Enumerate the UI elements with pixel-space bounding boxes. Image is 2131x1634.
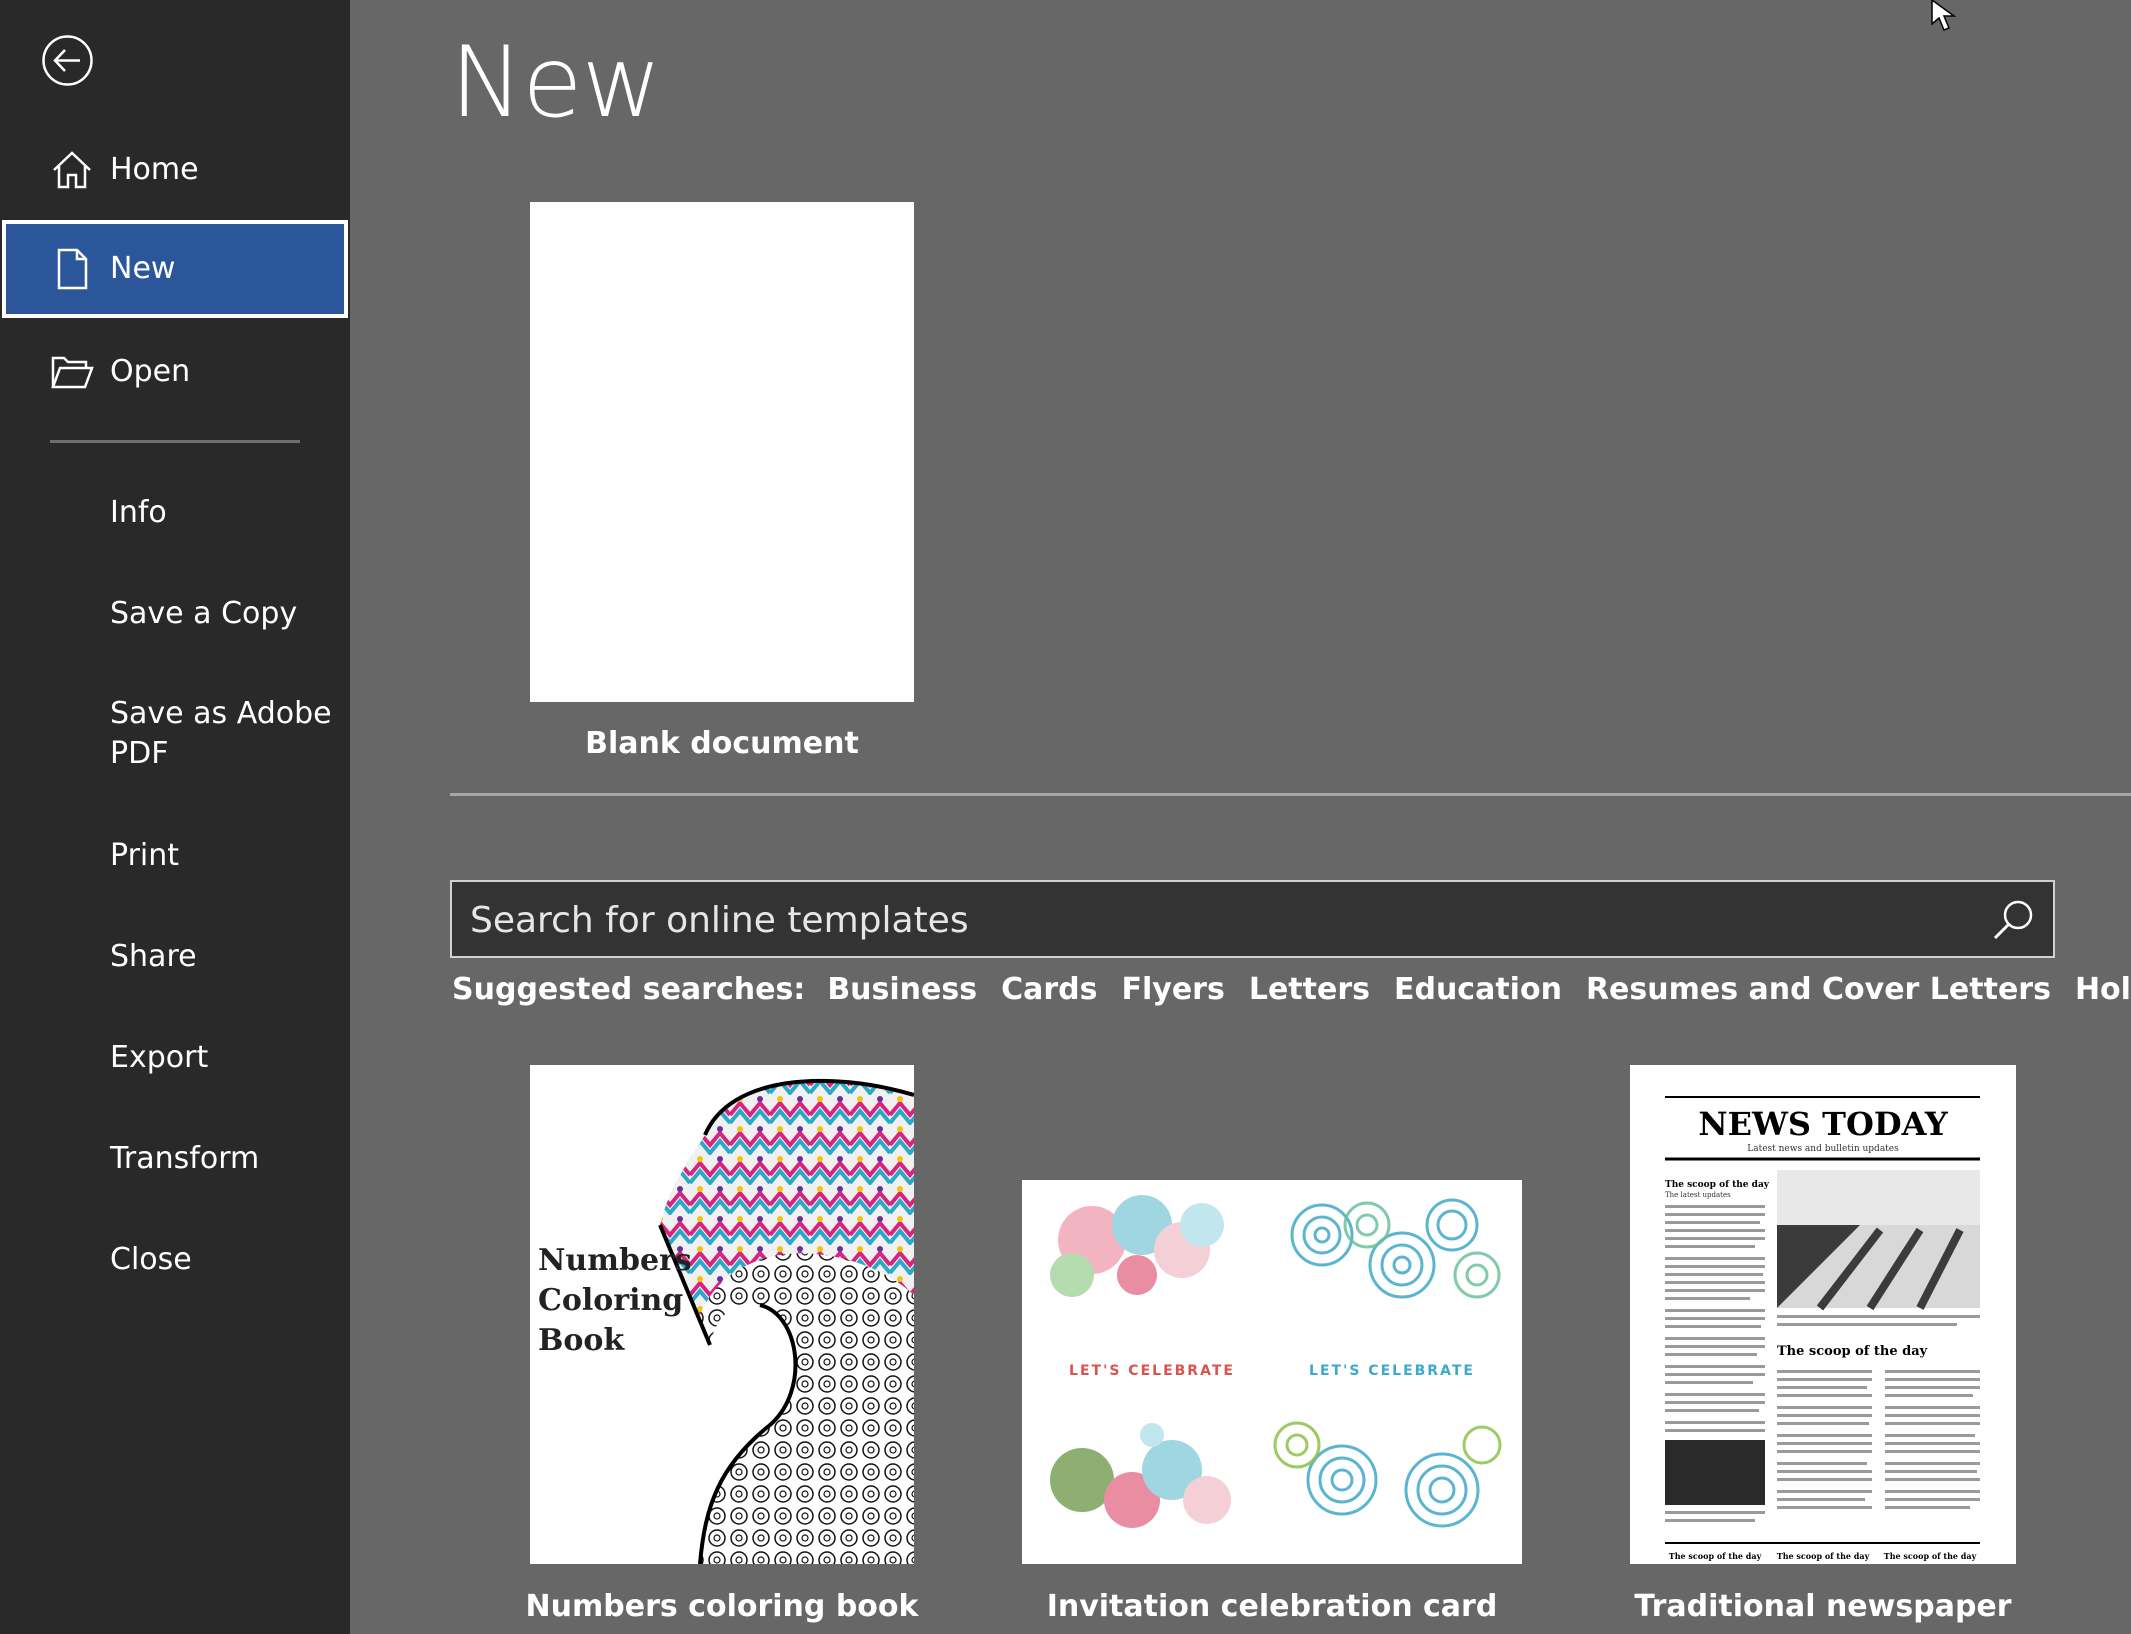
template-invitation-celebration-card-label[interactable]: Invitation celebration card: [1012, 1587, 1532, 1627]
template-invitation-celebration-card[interactable]: LET'S CELEBRATE LET'S CELEBRATE: [1022, 1180, 1522, 1564]
celebration-card-artwork: LET'S CELEBRATE LET'S CELEBRATE: [1050, 1195, 1502, 1528]
template-traditional-newspaper[interactable]: NEWS TODAY Latest news and bulletin upda…: [1630, 1065, 2016, 1564]
newspaper-footer-3: The scoop of the day: [1884, 1551, 1977, 1561]
template-numbers-coloring-book[interactable]: Numbers Coloring Book: [530, 1065, 914, 1564]
save-as-adobe-label-line2: PDF: [110, 736, 169, 771]
newspaper-tagline: Latest news and bulletin updates: [1747, 1144, 1899, 1154]
coloring-book-title-line1: Numbers: [538, 1243, 692, 1278]
suggested-resumes[interactable]: Resumes and Cover Letters: [1586, 972, 2051, 1007]
newspaper-masthead: NEWS TODAY: [1698, 1105, 1949, 1143]
suggested-letters[interactable]: Letters: [1249, 972, 1370, 1007]
blank-document-thumbnail[interactable]: [530, 202, 914, 702]
suggested-business[interactable]: Business: [827, 972, 977, 1007]
sidebar-divider: [50, 440, 300, 443]
coloring-book-artwork: Numbers Coloring Book: [538, 1078, 914, 1564]
sidebar-item-transform[interactable]: Transform: [110, 1139, 259, 1179]
nav-new[interactable]: New: [2, 220, 348, 318]
newspaper-footer-2: The scoop of the day: [1777, 1551, 1870, 1561]
mouse-cursor-icon: [1931, 0, 1957, 31]
suggested-holiday[interactable]: Holiday: [2075, 972, 2131, 1007]
suggested-searches: Suggested searches: Business Cards Flyers Le…: [452, 970, 2131, 1010]
sidebar-item-print[interactable]: Print: [110, 836, 179, 876]
folder-open-icon: [51, 356, 94, 389]
newspaper-col2-headline: The scoop of the day: [1777, 1344, 1928, 1359]
newspaper-footer-1: The scoop of the day: [1669, 1551, 1762, 1561]
suggested-education[interactable]: Education: [1394, 972, 1562, 1007]
suggested-searches-label: Suggested searches:: [452, 972, 806, 1007]
page-title: New: [450, 26, 662, 140]
template-traditional-newspaper-label[interactable]: Traditional newspaper: [1600, 1587, 2046, 1627]
newspaper-artwork: NEWS TODAY Latest news and bulletin upda…: [1665, 1096, 1980, 1561]
nav-home[interactable]: Home: [2, 121, 348, 219]
template-numbers-coloring-book-label[interactable]: Numbers coloring book: [500, 1587, 944, 1627]
newspaper-col1-sub: The latest updates: [1665, 1191, 1731, 1199]
section-divider: [450, 793, 2131, 796]
sidebar-item-close[interactable]: Close: [110, 1240, 192, 1280]
nav-open[interactable]: Open: [2, 323, 348, 421]
sidebar-item-save-as-adobe-pdf[interactable]: Save as Adobe PDF: [110, 694, 332, 774]
sidebar-item-share[interactable]: Share: [110, 937, 197, 977]
save-as-adobe-label-line1: Save as Adobe: [110, 696, 332, 731]
sidebar-item-save-a-copy[interactable]: Save a Copy: [110, 594, 297, 634]
suggested-flyers[interactable]: Flyers: [1121, 972, 1224, 1007]
coloring-book-title-line2: Coloring: [538, 1283, 683, 1318]
document-icon: [57, 248, 88, 290]
search-icon[interactable]: [1991, 898, 2035, 942]
coloring-book-title-line3: Book: [538, 1323, 625, 1358]
blank-document-label[interactable]: Blank document: [530, 724, 914, 764]
nav-new-label: New: [110, 251, 176, 286]
template-search-input[interactable]: [468, 882, 1952, 958]
celebration-text-left: LET'S CELEBRATE: [1069, 1363, 1235, 1379]
newspaper-col1-headline: The scoop of the day: [1665, 1180, 1770, 1190]
backstage-sidebar: Home New Open Info Save a Copy Save as A…: [0, 0, 350, 1634]
sidebar-item-export[interactable]: Export: [110, 1038, 208, 1078]
back-arrow-icon[interactable]: [40, 33, 95, 88]
sidebar-item-info[interactable]: Info: [110, 493, 167, 533]
suggested-cards[interactable]: Cards: [1001, 972, 1097, 1007]
nav-open-label: Open: [110, 354, 191, 389]
template-search-box[interactable]: [450, 880, 2055, 958]
home-icon: [53, 151, 91, 189]
nav-home-label: Home: [110, 152, 199, 187]
celebration-text-right: LET'S CELEBRATE: [1309, 1363, 1475, 1379]
